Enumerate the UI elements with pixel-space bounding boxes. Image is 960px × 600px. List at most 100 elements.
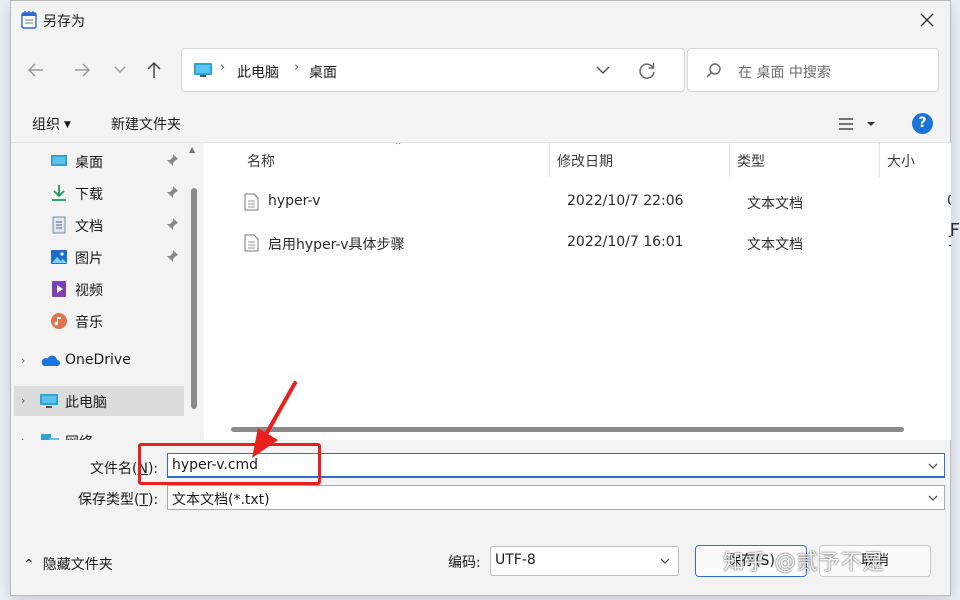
chevron-down-icon[interactable] (927, 460, 939, 472)
file-date: 2022/10/7 22:06 (567, 193, 684, 209)
organize-menu[interactable]: 组织 ▼ (32, 114, 71, 134)
sidebar-item-pictures[interactable]: 图片 (11, 242, 186, 272)
recent-locations-button[interactable] (105, 55, 135, 85)
chevron-down-icon[interactable] (927, 492, 939, 504)
close-icon (920, 13, 934, 27)
network-icon (41, 434, 59, 440)
this-pc-icon (194, 63, 212, 77)
title-bar: 另存为 (11, 1, 950, 39)
new-folder-button[interactable]: 新建文件夹 (111, 114, 181, 134)
this-pc-icon (40, 394, 58, 408)
encoding-label: 编码: (448, 555, 481, 571)
breadcrumb-separator-icon: › (294, 60, 300, 75)
filetype-label-access-key: T (139, 492, 149, 508)
sidebar-item-label: OneDrive (65, 352, 131, 368)
address-bar[interactable]: › 此电脑 › 桌面 (181, 48, 685, 92)
file-type: 文本文档 (747, 237, 803, 253)
close-button[interactable] (904, 1, 950, 39)
breadcrumb-separator-icon: › (220, 60, 226, 75)
pin-icon[interactable] (165, 153, 179, 167)
file-list: ⌃ 名称 修改日期 类型 大小 hyper-v 2022/10/7 22:06 … (204, 143, 951, 440)
videos-icon (52, 281, 66, 297)
sidebar-item-label: 下载 (75, 187, 103, 203)
column-divider[interactable] (729, 143, 730, 177)
pin-icon[interactable] (165, 185, 179, 199)
sort-ascending-icon: ⌃ (394, 143, 403, 152)
encoding-select[interactable]: UTF-8 (490, 546, 679, 576)
file-size: 0 (947, 193, 951, 209)
column-header-name[interactable]: 名称 (247, 151, 275, 171)
encoding-value: UTF-8 (495, 552, 536, 568)
sidebar-item-label: 视频 (75, 283, 103, 299)
sidebar-item-videos[interactable]: 视频 (11, 274, 186, 304)
filetype-value: 文本文档(*.txt) (172, 492, 270, 508)
breadcrumb-desktop[interactable]: 桌面 (309, 62, 337, 82)
sidebar-item-documents[interactable]: 文档 (11, 210, 186, 240)
navigation-pane-scrollbar[interactable] (191, 188, 197, 409)
up-button[interactable] (139, 55, 169, 85)
caret-down-icon: ▼ (64, 120, 71, 130)
breadcrumb-this-pc[interactable]: 此电脑 (237, 62, 279, 82)
search-icon (706, 63, 721, 78)
search-input[interactable]: 在 桌面 中搜索 (738, 62, 831, 82)
sidebar-item-onedrive[interactable]: › OneDrive (11, 346, 186, 376)
scroll-up-icon[interactable]: ▲ (189, 145, 195, 154)
column-header-size[interactable]: 大小 (887, 151, 915, 171)
forward-button[interactable] (67, 55, 97, 85)
column-header-type[interactable]: 类型 (737, 151, 765, 171)
file-name: 启用hyper-v具体步骤 (268, 237, 405, 253)
column-divider[interactable] (879, 143, 880, 177)
onedrive-icon (41, 355, 60, 366)
column-divider[interactable] (549, 143, 550, 177)
filetype-label-suffix: ): (148, 492, 159, 508)
annotation-arrow-icon (252, 381, 297, 458)
sidebar-item-label: 图片 (75, 251, 103, 267)
watermark: 知乎 @贰予不是 (723, 550, 885, 574)
command-bar: 组织 ▼ 新建文件夹 ? (11, 103, 950, 143)
chevron-right-icon[interactable]: › (21, 434, 31, 440)
file-row[interactable]: 启用hyper-v具体步骤 2022/10/7 16:01 文本文档 1 (204, 227, 951, 259)
file-type: 文本文档 (747, 196, 803, 212)
organize-label: 组织 (32, 117, 60, 133)
chevron-down-icon[interactable] (594, 61, 612, 79)
sidebar-item-label: 文档 (75, 219, 103, 235)
help-button[interactable]: ? (912, 113, 933, 134)
file-date: 2022/10/7 16:01 (567, 234, 684, 250)
file-row[interactable]: hyper-v 2022/10/7 22:06 文本文档 0 (204, 186, 951, 218)
filetype-label: 保存类型(T): (78, 489, 158, 509)
sidebar-item-desktop[interactable]: 桌面 (11, 146, 186, 176)
dialog-title: 另存为 (43, 14, 85, 30)
back-button[interactable] (21, 55, 51, 85)
file-size: 1 (947, 234, 951, 250)
column-header-date-modified[interactable]: 修改日期 (557, 151, 613, 171)
arrow-right-icon (75, 63, 91, 77)
sidebar-item-music[interactable]: 音乐 (11, 306, 186, 336)
sidebar-item-downloads[interactable]: 下载 (11, 178, 186, 208)
refresh-icon[interactable] (636, 60, 658, 82)
pin-icon[interactable] (165, 249, 179, 263)
navigation-bar: › 此电脑 › 桌面 在 桌面 中搜索 (11, 39, 950, 103)
view-options-icon[interactable] (837, 115, 879, 133)
navigation-pane: ▲ 桌面 下载 文档 图片 视频 音乐 › OneDrive › 此电脑 (11, 143, 201, 440)
hide-folders-toggle[interactable]: ⌃ 隐藏文件夹 (23, 554, 113, 574)
sidebar-item-network[interactable]: › 网络 (11, 426, 186, 440)
text-file-icon (244, 193, 259, 211)
sidebar-item-label: 网络 (65, 432, 93, 440)
filetype-select[interactable]: 文本文档(*.txt) (167, 485, 945, 510)
desktop-icon (51, 155, 67, 166)
hide-folders-label: 隐藏文件夹 (42, 557, 113, 573)
text-file-icon (244, 234, 259, 252)
sidebar-item-this-pc[interactable]: › 此电脑 (14, 386, 184, 416)
filetype-label-prefix: 保存类型( (78, 492, 140, 508)
sidebar-item-label: 桌面 (75, 155, 103, 171)
file-list-horizontal-scrollbar[interactable] (231, 427, 904, 432)
chevron-down-icon (660, 558, 670, 564)
music-icon (51, 313, 67, 329)
sidebar-item-label: 音乐 (75, 315, 103, 331)
search-box[interactable]: 在 桌面 中搜索 (687, 48, 939, 92)
chevron-down-icon (114, 66, 126, 73)
chevron-right-icon[interactable]: › (21, 354, 31, 368)
pin-icon[interactable] (165, 217, 179, 231)
chevron-right-icon[interactable]: › (21, 394, 31, 408)
notepad-icon (21, 11, 37, 29)
